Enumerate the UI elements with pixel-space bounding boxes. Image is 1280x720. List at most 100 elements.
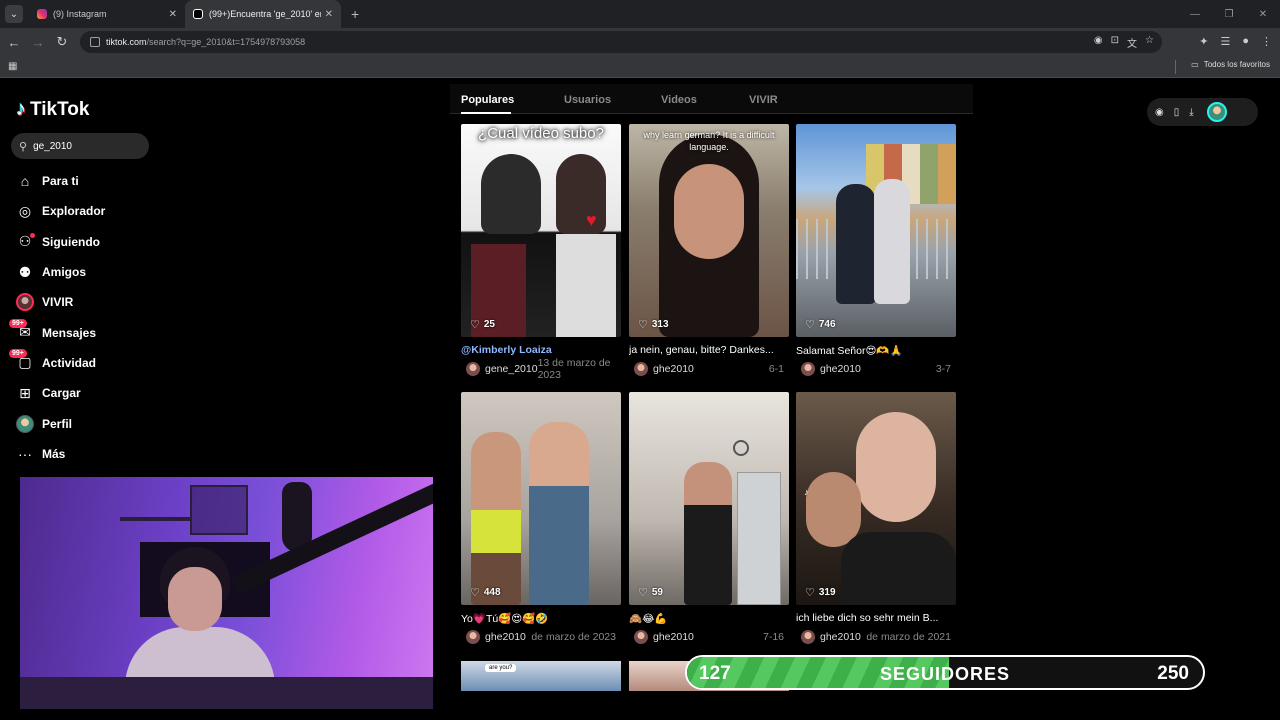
search-tabs: Populares Usuarios Videos VIVIR: [450, 84, 973, 114]
thumbnail-figure: [529, 422, 589, 605]
new-tab-button[interactable]: +: [351, 6, 359, 22]
translate-icon[interactable]: 文: [1127, 35, 1137, 50]
sidebar-item-perfil[interactable]: Perfil: [0, 408, 200, 438]
video-caption[interactable]: 🙈😂💪: [629, 612, 789, 625]
address-bar[interactable]: tiktok.com /search?q=ge_2010&t=175497879…: [80, 31, 1162, 53]
forward-icon[interactable]: →: [26, 35, 50, 50]
search-icon[interactable]: ⚲: [19, 140, 27, 153]
restore-icon[interactable]: ❐: [1212, 9, 1246, 20]
search-input[interactable]: [33, 140, 134, 152]
tab-title: (99+)Encuentra 'ge_2010' en TikTok: [209, 9, 321, 19]
reload-icon[interactable]: ↻: [50, 34, 74, 50]
username[interactable]: ghe2010: [485, 631, 526, 643]
tab-usuarios[interactable]: Usuarios: [564, 94, 611, 106]
sidebar-item-para-ti[interactable]: ⌂ Para ti: [0, 166, 200, 196]
username[interactable]: ghe2010: [653, 363, 694, 375]
sidebar-item-mas[interactable]: ··· Más: [0, 439, 200, 469]
back-icon[interactable]: ←: [2, 35, 26, 50]
close-icon[interactable]: ✕: [169, 9, 177, 20]
user-avatar[interactable]: [801, 630, 815, 644]
video-card[interactable]: ♡ 746 Salamat Señor😍🫶🙏 ghe2010 3-7: [796, 124, 956, 376]
video-thumbnail-peek[interactable]: are you?: [461, 661, 621, 691]
bookmarks-label: Todos los favoritos: [1203, 60, 1270, 69]
video-thumbnail[interactable]: why learn german? It is a difficult lang…: [629, 124, 789, 337]
like-number: 313: [651, 319, 669, 330]
user-avatar[interactable]: [466, 630, 480, 644]
bookmark-star-icon[interactable]: ☆: [1145, 35, 1154, 50]
tiktok-icon: [193, 9, 203, 19]
followers-label: SEGUIDORES: [879, 664, 1011, 684]
site-info-icon[interactable]: [90, 37, 100, 47]
menu-kebab-icon[interactable]: ⋮: [1261, 35, 1272, 48]
heart-outline-icon: ♡: [470, 587, 480, 599]
username[interactable]: gene_2010: [485, 363, 538, 375]
user-avatar[interactable]: [1206, 102, 1227, 122]
tab-populares[interactable]: Populares: [461, 94, 514, 106]
video-meta: ghe2010 de marzo de 2023: [461, 630, 621, 644]
sidebar-item-mensajes[interactable]: ✉ 99+ Mensajes: [0, 317, 200, 347]
username[interactable]: ghe2010: [653, 631, 694, 643]
video-caption[interactable]: ja nein, genau, bitte? Dankes...: [629, 344, 789, 357]
video-thumbnail[interactable]: ♡ 59: [629, 392, 789, 605]
home-icon: ⌂: [20, 173, 30, 190]
thumbnail-figure: [556, 154, 606, 234]
tab-tiktok[interactable]: (99+)Encuentra 'ge_2010' en TikTok ✕: [185, 0, 341, 28]
profile-icon[interactable]: ●: [1242, 35, 1249, 48]
username[interactable]: ghe2010: [820, 363, 861, 375]
thumbnail-figure: [684, 462, 732, 605]
sidebar-item-cargar[interactable]: ⊞ Cargar: [0, 378, 200, 408]
user-avatar[interactable]: [801, 362, 815, 376]
video-caption[interactable]: Salamat Señor😍🫶🙏: [796, 344, 956, 357]
username[interactable]: ghe2010: [820, 631, 861, 643]
tab-videos[interactable]: Videos: [661, 94, 697, 106]
all-bookmarks-button[interactable]: ▭ Todos los favoritos: [1191, 60, 1270, 69]
video-card[interactable]: ♡ 59 🙈😂💪 ghe2010 7-16: [629, 392, 789, 644]
video-card[interactable]: ♪ ♡ 319 ich liebe dich so sehr mein B... …: [796, 392, 956, 644]
user-avatar[interactable]: [466, 362, 480, 376]
download-icon[interactable]: ⤓: [1189, 107, 1193, 118]
video-card[interactable]: why learn german? It is a difficult lang…: [629, 124, 789, 376]
video-caption[interactable]: Yo💗Tú🥰😍🥰🤣: [461, 612, 621, 625]
apps-grid-icon[interactable]: ▦: [8, 61, 17, 72]
video-thumbnail[interactable]: ¿Cual vídeo subo? ♥ ♡ 25: [461, 124, 621, 337]
sidebar-item-label: Cargar: [42, 386, 81, 401]
media-icon[interactable]: ☰: [1220, 35, 1230, 48]
tiktok-logo[interactable]: ♪ TikTok: [16, 98, 89, 121]
phone-icon[interactable]: ▯: [1174, 107, 1180, 118]
incognito-icon[interactable]: ◉: [1094, 35, 1103, 50]
video-date: 7-16: [762, 631, 784, 643]
like-number: 25: [483, 319, 495, 330]
tab-vivir[interactable]: VIVIR: [749, 94, 778, 106]
user-avatar[interactable]: [634, 362, 648, 376]
sidebar-item-actividad[interactable]: ▢ 99+ Actividad: [0, 348, 200, 378]
minimize-icon[interactable]: —: [1178, 9, 1212, 20]
video-card[interactable]: ♡ 448 Yo💗Tú🥰😍🥰🤣 ghe2010 de marzo de 2023: [461, 392, 621, 644]
sidebar-item-amigos[interactable]: ⚉ Amigos: [0, 257, 200, 287]
search-box[interactable]: ⚲: [11, 133, 149, 159]
video-meta: ghe2010 6-1: [629, 362, 789, 376]
sidebar-item-label: Para ti: [42, 174, 79, 189]
window-controls: — ❐ ✕: [1178, 0, 1280, 28]
tab-instagram[interactable]: (9) Instagram ✕: [29, 0, 185, 28]
tab-search-button[interactable]: ⌄: [5, 5, 23, 23]
close-window-icon[interactable]: ✕: [1246, 9, 1280, 20]
thumbnail-overlay-text: are you?: [485, 664, 517, 672]
like-count: ♡ 448: [470, 586, 501, 599]
video-thumbnail[interactable]: ♡ 448: [461, 392, 621, 605]
coin-icon[interactable]: ◉: [1155, 107, 1164, 118]
close-icon[interactable]: ✕: [325, 9, 333, 20]
install-icon[interactable]: ⊡: [1111, 35, 1119, 50]
extensions-icon[interactable]: ✦: [1199, 35, 1208, 48]
video-caption[interactable]: ich liebe dich so sehr mein B...: [796, 612, 956, 625]
video-thumbnail[interactable]: ♡ 746: [796, 124, 956, 337]
sidebar-item-explorador[interactable]: ◎ Explorador: [0, 196, 200, 226]
floating-toolbar: ◉ ▯ ⤓: [1147, 98, 1258, 126]
video-card[interactable]: ¿Cual vídeo subo? ♥ ♡ 25 @Kimberly Loaiza…: [461, 124, 621, 381]
sidebar-item-vivir[interactable]: VIVIR: [0, 287, 200, 317]
video-caption[interactable]: @Kimberly Loaiza: [461, 344, 621, 357]
user-avatar[interactable]: [634, 630, 648, 644]
video-thumbnail[interactable]: ♪ ♡ 319: [796, 392, 956, 605]
thumbnail-shirt: [841, 532, 956, 605]
webcam-mic-arm: [231, 480, 433, 595]
sidebar-item-siguiendo[interactable]: ⚇ Siguiendo: [0, 227, 200, 257]
